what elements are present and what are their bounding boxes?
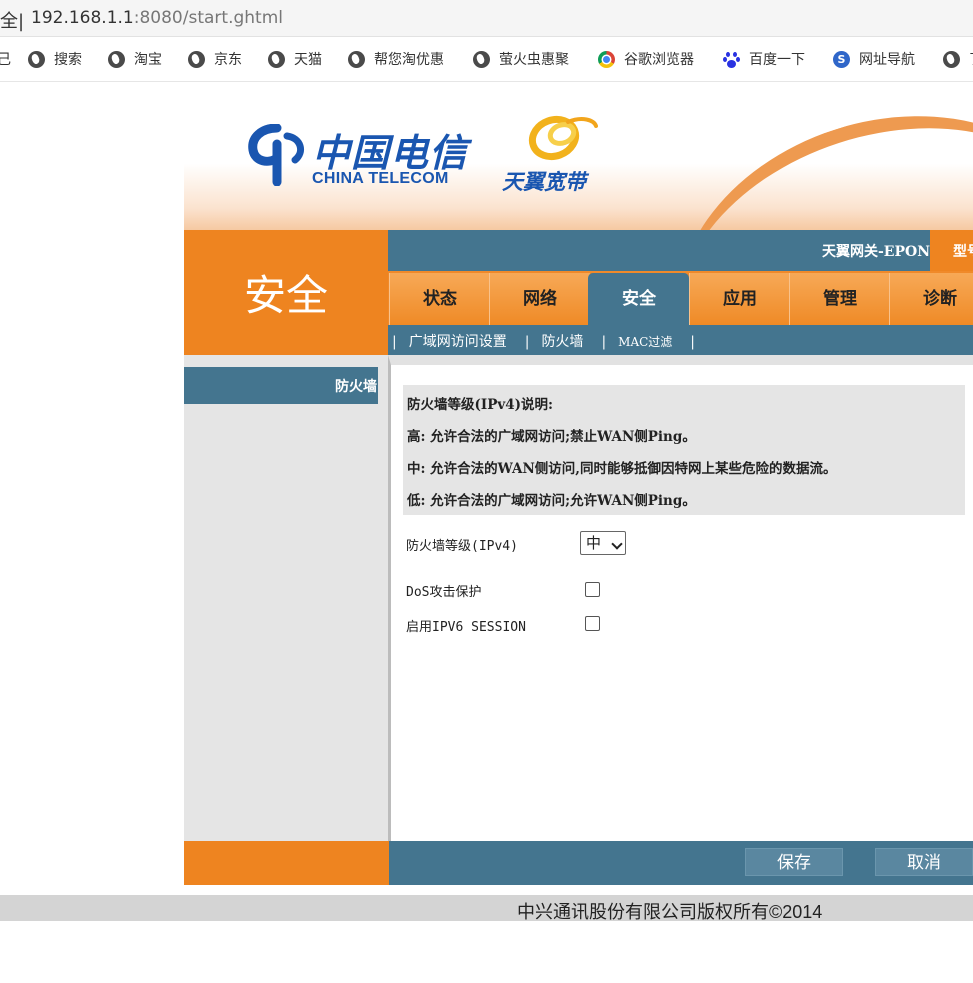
tab-status[interactable]: 状态 (389, 273, 490, 325)
globe-icon (108, 50, 125, 68)
globe-icon (348, 50, 365, 68)
china-telecom-logo-icon (248, 124, 305, 186)
globe-icon (268, 50, 285, 68)
section-title: 安全 (243, 271, 328, 320)
logo-english: CHINA TELECOM (312, 170, 449, 187)
firewall-level-value: 中 (586, 534, 602, 552)
globe-icon (943, 50, 960, 68)
tab-application[interactable]: 应用 (689, 273, 790, 325)
sub-tabs: | 广域网访问设置 | 防火墙 | MAC过滤 | (392, 331, 707, 351)
bookmark-taobao[interactable]: 淘宝 (108, 49, 162, 69)
globe-icon (28, 50, 45, 68)
ipv6-session-checkbox[interactable] (585, 616, 600, 631)
bookmark-edge-right[interactable]: 了 (943, 49, 973, 69)
dos-protection-checkbox[interactable] (585, 582, 600, 597)
copyright-bar (0, 895, 973, 921)
bookmark-search[interactable]: 搜索 (28, 49, 82, 69)
firewall-level-label: 防火墙等级(IPv4) (406, 539, 518, 554)
logo-chinese: 中国电信 (312, 130, 469, 175)
bookmarks-bar: 己 搜索 淘宝 京东 天猫 帮您淘优惠 萤火虫惠聚 谷歌浏览器 百度一下 S 网址… (0, 37, 973, 82)
subtab-separator: | (601, 334, 607, 350)
bookmark-edge-left[interactable]: 己 (0, 49, 11, 69)
baidu-paw-icon (723, 51, 740, 68)
info-line-medium: 中: 允许合法的WAN侧访问,同时能够抵御因特网上某些危险的数据流。 (407, 461, 837, 477)
subtab-separator: | (524, 334, 530, 350)
device-name: 天翼网关-EPON (822, 244, 931, 260)
info-line-high: 高: 允许合法的广域网访问;禁止WAN侧Ping。 (407, 429, 696, 445)
chrome-icon (598, 50, 615, 68)
subtab-separator: | (690, 334, 696, 350)
tab-management[interactable]: 管理 (789, 273, 890, 325)
address-prefix: 全| (0, 11, 25, 32)
bookmark-tmall[interactable]: 天猫 (268, 49, 322, 69)
left-menu-item-label[interactable]: 防火墙 (335, 376, 377, 396)
cancel-button[interactable]: 取消 (875, 848, 973, 876)
tab-security[interactable]: 安全 (588, 273, 689, 325)
bookmark-jd[interactable]: 京东 (188, 49, 242, 69)
tab-diagnostics[interactable]: 诊断 (889, 273, 973, 325)
bookmark-nav[interactable]: S 网址导航 (833, 49, 915, 69)
copyright-text: 中兴通讯股份有限公司版权所有©2014 (517, 902, 823, 922)
subtab-separator: | (392, 334, 397, 350)
bookmark-deals[interactable]: 帮您淘优惠 (348, 49, 444, 69)
url-text[interactable]: 192.168.1.1:8080/start.ghtml (31, 8, 283, 28)
firewall-level-select[interactable]: 中 (580, 531, 626, 555)
subtab-mac-filter[interactable]: MAC过滤 (618, 335, 672, 349)
info-title: 防火墙等级(IPv4)说明: (407, 397, 553, 413)
bookmark-baidu[interactable]: 百度一下 (723, 49, 805, 69)
tianyi-logo-icon (528, 115, 598, 161)
globe-icon (473, 50, 490, 68)
globe-icon (188, 50, 205, 68)
left-menu-panel (184, 355, 388, 841)
model-label: 型号 (953, 244, 973, 260)
subtab-firewall[interactable]: 防火墙 (541, 334, 583, 350)
info-line-low: 低: 允许合法的广域网访问;允许WAN侧Ping。 (407, 493, 696, 509)
left-footer-bar (184, 841, 389, 885)
ipv6-session-label: 启用IPV6 SESSION (406, 620, 526, 635)
chevron-down-icon (611, 538, 623, 550)
bookmark-firefly[interactable]: 萤火虫惠聚 (473, 49, 569, 69)
bookmark-chrome[interactable]: 谷歌浏览器 (598, 49, 694, 69)
360-icon: S (833, 50, 850, 68)
tab-network[interactable]: 网络 (489, 273, 590, 325)
save-button[interactable]: 保存 (745, 848, 843, 876)
brand-text: 天翼宽带 (502, 169, 586, 194)
dos-protection-label: DoS攻击保护 (406, 585, 482, 600)
subtab-wan-access[interactable]: 广域网访问设置 (409, 334, 507, 350)
